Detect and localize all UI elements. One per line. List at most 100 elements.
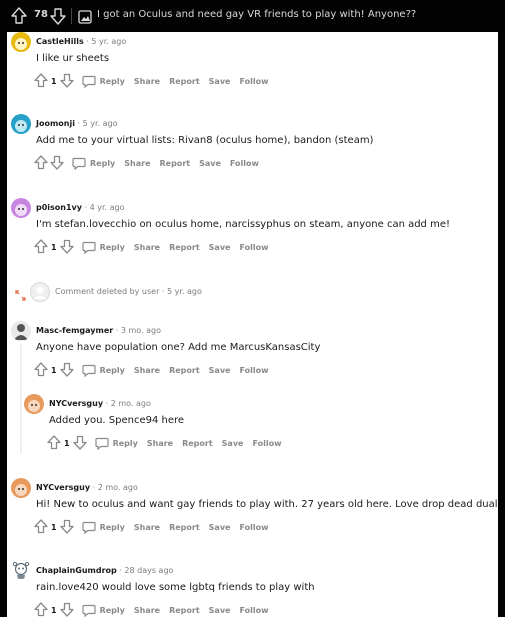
downvote-icon[interactable] xyxy=(50,155,64,172)
avatar[interactable] xyxy=(11,321,31,341)
username[interactable]: Joomonji xyxy=(36,119,75,128)
avatar[interactable] xyxy=(11,478,31,498)
avatar[interactable] xyxy=(24,394,44,414)
post-title[interactable]: I got an Oculus and need gay VR friends … xyxy=(97,9,416,20)
post-header-bar: 78 I got an Oculus and need gay VR frien… xyxy=(0,0,505,32)
username[interactable]: Masc-femgaymer xyxy=(36,326,113,335)
downvote-icon[interactable] xyxy=(59,73,74,90)
timestamp[interactable]: · 5 yr. ago xyxy=(78,119,118,128)
upvote-icon[interactable] xyxy=(34,238,48,256)
follow-button[interactable]: Follow xyxy=(239,523,268,532)
upvote-icon[interactable] xyxy=(47,434,61,452)
reply-button[interactable]: Reply xyxy=(81,521,125,534)
vote-count: 78 xyxy=(34,9,48,20)
follow-button[interactable]: Follow xyxy=(239,366,268,375)
upvote-icon[interactable] xyxy=(34,72,48,90)
timestamp[interactable]: · 2 mo. ago xyxy=(106,399,151,408)
timestamp[interactable]: · 3 mo. ago xyxy=(116,326,161,335)
report-button[interactable]: Report xyxy=(169,243,200,252)
save-button[interactable]: Save xyxy=(209,366,231,375)
reply-label: Reply xyxy=(99,605,125,615)
comment-actions: 1 Reply Share Report Save Follow xyxy=(34,361,269,379)
timestamp[interactable]: · 4 yr. ago xyxy=(85,203,125,212)
reply-button[interactable]: Reply xyxy=(81,241,125,254)
reply-button[interactable]: Reply xyxy=(81,604,125,617)
reply-button[interactable]: Reply xyxy=(81,364,125,377)
timestamp[interactable]: · 2 mo. ago xyxy=(93,483,138,492)
avatar xyxy=(30,282,50,302)
post-image-icon xyxy=(78,9,92,28)
deleted-comment-meta: Comment deleted by user · 5 yr. ago xyxy=(55,287,202,296)
comment-text: I'm stefan.lovecchio on oculus home, nar… xyxy=(36,219,450,230)
comment-meta: Masc-femgaymer · 3 mo. ago xyxy=(36,326,161,335)
save-button[interactable]: Save xyxy=(209,523,231,532)
comment-text: Added you. Spence94 here xyxy=(49,415,185,426)
username[interactable]: ChaplainGumdrop xyxy=(36,566,117,575)
share-button[interactable]: Share xyxy=(147,439,173,448)
share-button[interactable]: Share xyxy=(134,606,160,615)
upvote-icon[interactable] xyxy=(34,601,48,617)
comment: NYCversguy · 2 mo. ago Hi! New to oculus… xyxy=(7,478,498,548)
upvote-icon[interactable] xyxy=(11,7,27,29)
comment-actions: Reply Share Report Save Follow xyxy=(34,154,259,172)
follow-button[interactable]: Follow xyxy=(239,77,268,86)
deleted-text: Comment deleted by user xyxy=(55,287,160,296)
avatar[interactable] xyxy=(11,32,31,52)
reply-label: Reply xyxy=(99,365,125,375)
upvote-icon[interactable] xyxy=(34,361,48,379)
avatar[interactable] xyxy=(11,114,31,134)
upvote-icon[interactable] xyxy=(34,154,48,172)
report-button[interactable]: Report xyxy=(182,439,213,448)
reply-button[interactable]: Reply xyxy=(72,157,115,170)
save-button[interactable]: Save xyxy=(222,439,244,448)
share-button[interactable]: Share xyxy=(134,243,160,252)
comment-actions: 1 Reply Share Report Save Follow xyxy=(34,601,269,617)
comment-actions: 1 Reply Share Report Save Follow xyxy=(34,518,269,536)
comment-actions: 1 Reply Share Report Save Follow xyxy=(47,434,282,452)
follow-button[interactable]: Follow xyxy=(252,439,281,448)
save-button[interactable]: Save xyxy=(209,243,231,252)
report-button[interactable]: Report xyxy=(169,366,200,375)
save-button[interactable]: Save xyxy=(209,77,231,86)
comment-text: Hi! New to oculus and want gay friends t… xyxy=(36,499,498,510)
timestamp[interactable]: · 28 days ago xyxy=(119,566,173,575)
comment-actions: 1 Reply Share Report Save Follow xyxy=(34,238,269,256)
comment: p0ison1vy · 4 yr. ago I'm stefan.lovecch… xyxy=(7,198,498,268)
follow-button[interactable]: Follow xyxy=(239,243,268,252)
downvote-icon[interactable] xyxy=(59,239,74,256)
reply-button[interactable]: Reply xyxy=(81,75,125,88)
divider xyxy=(71,8,72,24)
downvote-icon[interactable] xyxy=(59,519,74,536)
save-button[interactable]: Save xyxy=(209,606,231,615)
report-button[interactable]: Report xyxy=(169,606,200,615)
upvote-icon[interactable] xyxy=(34,518,48,536)
username[interactable]: NYCversguy xyxy=(49,399,103,408)
downvote-icon[interactable] xyxy=(50,7,66,29)
save-button[interactable]: Save xyxy=(199,159,221,168)
timestamp[interactable]: · 5 yr. ago xyxy=(86,37,126,46)
follow-button[interactable]: Follow xyxy=(239,606,268,615)
username[interactable]: CastleHills xyxy=(36,37,84,46)
username[interactable]: p0ison1vy xyxy=(36,203,82,212)
share-button[interactable]: Share xyxy=(134,366,160,375)
avatar[interactable] xyxy=(11,559,31,579)
expand-icon[interactable] xyxy=(15,286,26,305)
downvote-icon[interactable] xyxy=(59,602,74,617)
share-button[interactable]: Share xyxy=(134,523,160,532)
reply-label: Reply xyxy=(90,158,116,168)
downvote-icon[interactable] xyxy=(59,362,74,379)
report-button[interactable]: Report xyxy=(169,77,200,86)
share-button[interactable]: Share xyxy=(124,159,150,168)
share-button[interactable]: Share xyxy=(134,77,160,86)
vote-count: 1 xyxy=(51,76,57,86)
follow-button[interactable]: Follow xyxy=(230,159,259,168)
username[interactable]: NYCversguy xyxy=(36,483,90,492)
comment-meta: p0ison1vy · 4 yr. ago xyxy=(36,203,125,212)
report-button[interactable]: Report xyxy=(160,159,191,168)
reply-button[interactable]: Reply xyxy=(94,437,138,450)
report-button[interactable]: Report xyxy=(169,523,200,532)
vote-count: 1 xyxy=(51,242,57,252)
downvote-icon[interactable] xyxy=(72,435,87,452)
comment: ChaplainGumdrop · 28 days ago rain.love4… xyxy=(7,559,498,617)
avatar[interactable] xyxy=(11,198,31,218)
